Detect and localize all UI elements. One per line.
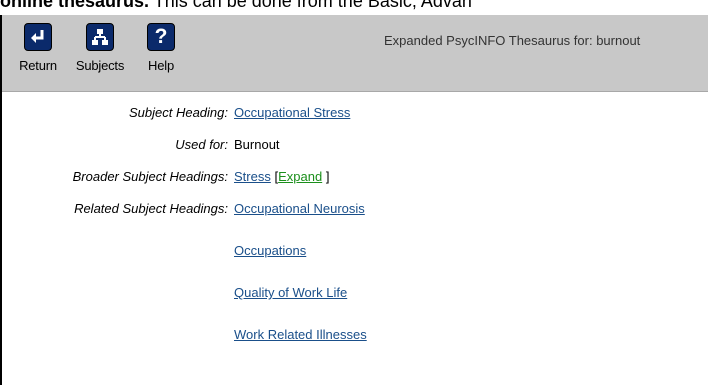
related-heading-link[interactable]: Quality of Work Life [234,285,347,300]
hierarchy-icon [86,23,114,51]
related-heading-row: Occupations [2,243,708,261]
return-arrow-icon [24,23,52,51]
instruction-caption: online thesaurus. This can be done from … [0,0,472,15]
broader-headings-value: Stress [Expand ] [234,169,329,184]
related-heading-row: Work Related Illnesses [2,327,708,345]
related-headings-label: Related Subject Headings: [74,201,228,216]
used-for-value: Burnout [234,137,280,152]
thesaurus-window: Return Subjects ? Help Expanded PsycINFO… [0,15,708,385]
related-headings-row: Related Subject Headings: Occupational N… [2,201,708,219]
subjects-button[interactable]: Subjects [66,23,134,73]
return-label: Return [19,58,57,73]
help-button[interactable]: ? Help [138,23,184,73]
related-heading-row: Quality of Work Life [2,285,708,303]
caption-bold-text: online thesaurus. [0,0,150,11]
broader-headings-label: Broader Subject Headings: [72,169,228,184]
expand-link[interactable]: Expand [278,169,322,184]
related-heading-link[interactable]: Occupations [234,243,306,258]
subject-heading-link[interactable]: Occupational Stress [234,105,350,120]
toolbar: Return Subjects ? Help Expanded PsycINFO… [2,15,708,92]
help-question-icon: ? [147,23,175,51]
subjects-label: Subjects [75,58,125,73]
related-heading-link[interactable]: Work Related Illnesses [234,327,367,342]
related-heading-link[interactable]: Occupational Neurosis [234,201,365,216]
broader-heading-link[interactable]: Stress [234,169,271,184]
subject-heading-label: Subject Heading: [128,105,228,120]
thesaurus-title: Expanded PsycINFO Thesaurus for: burnout [384,33,641,48]
used-for-row: Used for: Burnout [2,137,708,155]
return-button[interactable]: Return [10,23,66,73]
help-label: Help [148,58,174,73]
expand-bracket-close: ] [325,169,330,184]
caption-text: This can be done from the Basic, Advan [149,0,472,11]
used-for-label: Used for: [175,137,228,152]
subject-heading-row: Subject Heading: Occupational Stress [2,105,708,123]
broader-headings-row: Broader Subject Headings: Stress [Expand… [2,169,708,187]
